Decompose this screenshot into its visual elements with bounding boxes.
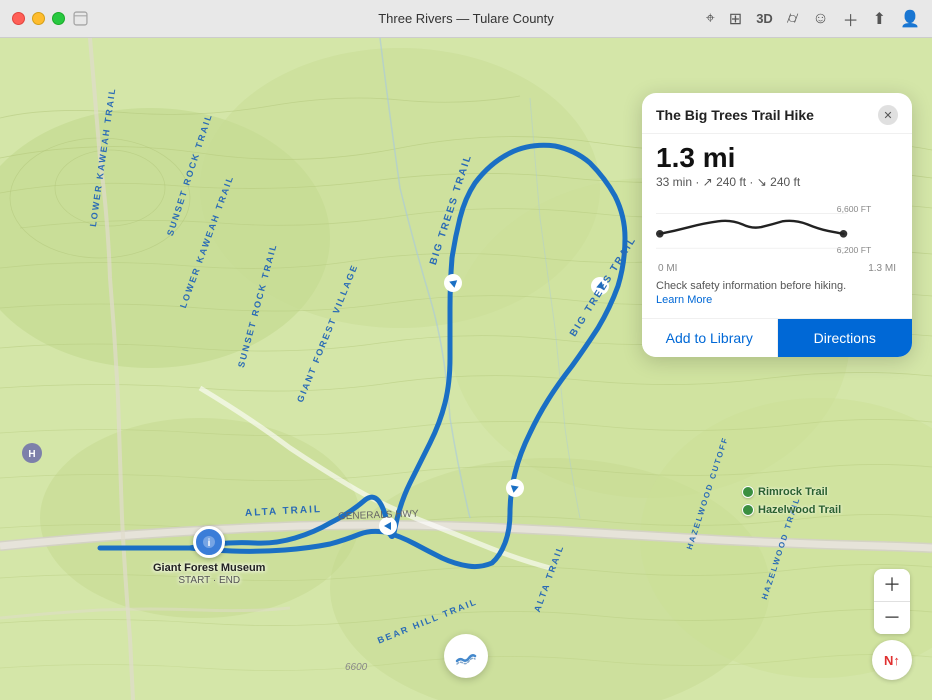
- trail-info-card: The Big Trees Trail Hike ✕ 1.3 mi 33 min…: [642, 93, 912, 357]
- window-title: Three Rivers — Tulare County: [378, 11, 554, 26]
- zoom-in-button[interactable]: ＋: [874, 569, 910, 601]
- svg-text:6600: 6600: [345, 662, 368, 673]
- learn-more-link[interactable]: Learn More: [656, 294, 898, 306]
- add-to-library-button[interactable]: Add to Library: [642, 319, 778, 357]
- big-trees-trail-label-1: BIG TREES TRAIL: [428, 153, 474, 267]
- big-trees-trail-label-2: BIG TREES TRAIL: [568, 235, 639, 339]
- 3d-icon[interactable]: 3D: [756, 11, 773, 26]
- poi-sublabel: START · END: [178, 575, 240, 586]
- generals-hwy-label: GENERALS HWY: [338, 509, 419, 523]
- map-controls: ＋ － N↑: [872, 569, 912, 680]
- svg-text:6,200 FT: 6,200 FT: [837, 245, 872, 255]
- trail-card-actions: Add to Library Directions: [642, 318, 912, 357]
- hazelwood-trail-marker[interactable]: Hazelwood Trail: [742, 504, 841, 516]
- trail-card-close-button[interactable]: ✕: [878, 105, 898, 125]
- window-icon: [73, 11, 88, 26]
- fullscreen-window-button[interactable]: [52, 12, 65, 25]
- directions-button[interactable]: Directions: [778, 319, 913, 357]
- giant-forest-museum-marker[interactable]: i Giant Forest Museum START · END: [153, 526, 265, 586]
- trail-distance: 1.3 mi: [656, 144, 898, 172]
- hazelwood-cutoff-label: HAZELWOOD CUTOFF: [685, 435, 730, 550]
- binoculars-icon[interactable]: ⌭: [787, 10, 798, 28]
- distance-start: 0 MI: [658, 263, 677, 274]
- hiking-route-button[interactable]: [444, 634, 488, 678]
- smiley-icon[interactable]: ☺: [812, 10, 828, 28]
- zoom-out-button[interactable]: －: [874, 602, 910, 634]
- close-window-button[interactable]: [12, 12, 25, 25]
- trail-meta-text: 33 min · ↗ 240 ft · ↘ 240 ft: [656, 175, 800, 189]
- hazelwood-trail-name: Hazelwood Trail: [758, 504, 841, 516]
- trail-card-header: The Big Trees Trail Hike ✕: [642, 93, 912, 134]
- giant-forest-village-label: GIANT FOREST VILLAGE: [295, 262, 360, 403]
- trail-meta: 33 min · ↗ 240 ft · ↘ 240 ft: [656, 175, 898, 189]
- rimrock-trail-name: Rimrock Trail: [758, 486, 828, 498]
- sunset-rock-2-label: SUNSET ROCK TRAIL: [236, 242, 279, 369]
- share-icon[interactable]: ⬆: [873, 9, 886, 29]
- poi-icon[interactable]: i: [193, 526, 225, 558]
- svg-text:H: H: [28, 449, 35, 460]
- route-icon: [454, 644, 478, 668]
- compass-button[interactable]: N↑: [872, 640, 912, 680]
- lower-kaweah-2-label: LOWER KAWEAH TRAIL: [178, 174, 236, 310]
- alta-trail-2-label: ALTA TRAIL: [532, 543, 566, 613]
- distance-labels: 0 MI 1.3 MI: [656, 263, 898, 274]
- titlebar: Three Rivers — Tulare County ⌖ ⊞ 3D ⌭ ☺ …: [0, 0, 932, 38]
- rimrock-trail-marker[interactable]: Rimrock Trail: [742, 486, 828, 498]
- svg-text:6,600 FT: 6,600 FT: [837, 204, 872, 214]
- svg-text:i: i: [208, 538, 211, 549]
- map[interactable]: H 6600 BIG TREES TRAIL BIG TREES TRAIL A…: [0, 38, 932, 700]
- account-icon[interactable]: 👤: [900, 9, 920, 29]
- sunset-rock-label: SUNSET ROCK TRAIL: [165, 112, 214, 237]
- place-dot: [742, 504, 754, 516]
- safety-info-text: Check safety information before hiking.: [656, 280, 898, 292]
- lower-kaweah-label: LOWER KAWEAH TRAIL: [88, 86, 118, 227]
- elevation-chart: 6,600 FT 6,200 FT: [656, 199, 898, 259]
- trail-card-body: 1.3 mi 33 min · ↗ 240 ft · ↘ 240 ft 6,60…: [642, 134, 912, 306]
- zoom-controls: ＋ －: [874, 569, 910, 634]
- trail-card-title: The Big Trees Trail Hike: [656, 107, 814, 123]
- traffic-lights: [12, 12, 65, 25]
- alta-trail-label: ALTA TRAIL: [245, 504, 323, 519]
- place-dot: [742, 486, 754, 498]
- titlebar-toolbar: ⌖ ⊞ 3D ⌭ ☺ ＋ ⬆ 👤: [706, 7, 920, 31]
- poi-name: Giant Forest Museum: [153, 562, 265, 575]
- navigation-icon[interactable]: ⌖: [706, 10, 715, 28]
- add-icon[interactable]: ＋: [843, 7, 859, 31]
- minimize-window-button[interactable]: [32, 12, 45, 25]
- map-icon[interactable]: ⊞: [729, 9, 742, 29]
- distance-end: 1.3 MI: [868, 263, 896, 274]
- elevation-svg: 6,600 FT 6,200 FT: [656, 199, 876, 259]
